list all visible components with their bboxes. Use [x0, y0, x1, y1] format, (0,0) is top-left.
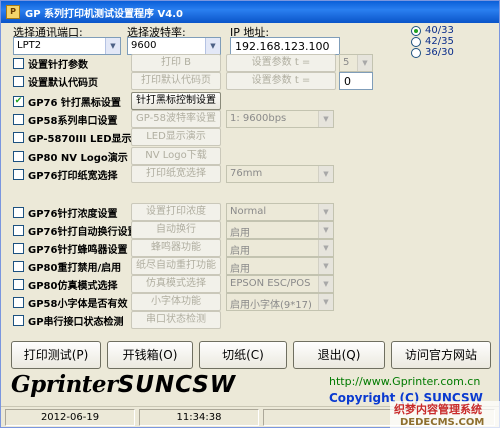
gp58-baud-select[interactable]: 1: 9600bps ▼: [226, 110, 334, 128]
check-paper-width[interactable]: GP76打印纸宽选择: [13, 167, 117, 182]
chevron-down-icon: ▼: [318, 222, 333, 238]
density-select[interactable]: Normal ▼: [226, 203, 334, 221]
print-codepage-button[interactable]: 打印默认代码页: [131, 72, 221, 90]
radio-dot-icon: [411, 36, 421, 47]
emulation-select[interactable]: EPSON ESC/POS ▼: [226, 275, 334, 293]
checkbox-icon: [13, 207, 24, 218]
check-nv-logo[interactable]: GP80 NV Logo演示: [13, 149, 128, 164]
reprint-select[interactable]: 启用 ▼: [226, 257, 334, 275]
website-link[interactable]: http://www.Gprinter.com.cn: [329, 375, 480, 388]
print-b-button[interactable]: 打印 B: [131, 54, 221, 72]
radio-dot-icon: [411, 25, 421, 36]
paper-width-button[interactable]: 打印纸宽选择: [131, 165, 221, 183]
app-icon: P: [6, 5, 20, 19]
checkbox-icon: [13, 132, 24, 143]
ip-input[interactable]: 192.168.123.100: [230, 37, 340, 55]
exit-button[interactable]: 退出(Q): [293, 341, 385, 369]
check-buzzer[interactable]: GP76针打蜂鸣器设置: [13, 241, 127, 256]
checkbox-icon: [13, 169, 24, 180]
checkbox-icon: [13, 151, 24, 162]
param-t-input[interactable]: 0: [339, 72, 373, 90]
check-gp76-blackmark[interactable]: ✔ GP76 针打黑标设置: [13, 94, 121, 109]
reprint-button[interactable]: 纸尽自动重打功能: [131, 257, 221, 275]
checkbox-icon: [13, 279, 24, 290]
checkbox-icon: [13, 297, 24, 308]
chevron-down-icon: ▼: [318, 204, 333, 220]
paper-width-select[interactable]: 76mm ▼: [226, 165, 334, 183]
radio-42-35[interactable]: 42/35: [411, 36, 454, 47]
window-title: GP 系列打印机测试设置程序 V4.0: [25, 9, 183, 20]
checkbox-icon: [13, 261, 24, 272]
chevron-down-icon: ▼: [357, 55, 372, 71]
watermark: 织梦内容管理系统 DEDECMS.COM: [390, 401, 500, 428]
small-font-select[interactable]: 启用小字体(9*17) ▼: [226, 293, 334, 311]
radio-dot-icon: [411, 47, 421, 58]
nv-logo-download-button[interactable]: NV Logo下载: [131, 147, 221, 165]
baud-select[interactable]: 9600 ▼: [127, 37, 221, 55]
visit-website-button[interactable]: 访问官方网站: [391, 341, 491, 369]
check-small-font[interactable]: GP58小字体是否有效: [13, 295, 127, 310]
checkmark-icon: ✔: [13, 96, 24, 107]
check-dot-params[interactable]: 设置针打参数: [13, 56, 88, 71]
param-t-select[interactable]: 5 ▼: [339, 54, 373, 72]
cut-paper-button[interactable]: 切纸(C): [199, 341, 287, 369]
chevron-down-icon: ▼: [318, 294, 333, 310]
radio-40-33[interactable]: 40/33: [411, 25, 454, 36]
status-date: 2012-06-19: [5, 409, 135, 426]
chevron-down-icon: ▼: [318, 258, 333, 274]
chevron-down-icon: ▼: [318, 166, 333, 182]
open-drawer-button[interactable]: 开钱箱(O): [107, 341, 193, 369]
set-param-button-2[interactable]: 设置参数 t =: [226, 72, 336, 90]
checkbox-icon: [13, 315, 24, 326]
chevron-down-icon: ▼: [105, 38, 120, 54]
checkbox-icon: [13, 225, 24, 236]
auto-wrap-select[interactable]: 启用 ▼: [226, 221, 334, 239]
check-led-display[interactable]: GP-5870III LED显示: [13, 130, 132, 145]
chevron-down-icon: ▼: [318, 276, 333, 292]
check-gp76-density[interactable]: GP76针打浓度设置: [13, 205, 117, 220]
density-button[interactable]: 设置打印浓度: [131, 203, 221, 221]
checkbox-icon: [13, 243, 24, 254]
small-font-button[interactable]: 小字体功能: [131, 293, 221, 311]
checkbox-icon: [13, 76, 24, 87]
gp58-baud-button[interactable]: GP-58波特率设置: [131, 110, 221, 128]
port-select[interactable]: LPT2 ▼: [13, 37, 121, 55]
set-param-button-1[interactable]: 设置参数 t =: [226, 54, 336, 72]
gprinter-logo: GprinterSUNCSW: [11, 371, 237, 398]
status-time: 11:34:38: [139, 409, 259, 426]
check-serial-status[interactable]: GP串行接口状态检测: [13, 313, 124, 328]
blackmark-control-button[interactable]: 针打黑标控制设置: [131, 92, 221, 110]
led-demo-button[interactable]: LED显示演示: [131, 128, 221, 146]
buzzer-select[interactable]: 启用 ▼: [226, 239, 334, 257]
emulation-button[interactable]: 仿真模式选择: [131, 275, 221, 293]
chevron-down-icon: ▼: [205, 38, 220, 54]
serial-status-button[interactable]: 串口状态检测: [131, 311, 221, 329]
chevron-down-icon: ▼: [318, 240, 333, 256]
radio-36-30[interactable]: 36/30: [411, 47, 454, 58]
check-reprint[interactable]: GP80重打禁用/启用: [13, 259, 121, 274]
title-bar: P GP 系列打印机测试设置程序 V4.0: [1, 1, 499, 23]
check-auto-wrap[interactable]: GP76针打自动换行设置: [13, 223, 137, 238]
check-gp58-serial[interactable]: GP58系列串口设置: [13, 112, 117, 127]
check-default-codepage[interactable]: 设置默认代码页: [13, 74, 98, 89]
buzzer-button[interactable]: 蜂鸣器功能: [131, 239, 221, 257]
checkbox-icon: [13, 58, 24, 69]
checkbox-icon: [13, 114, 24, 125]
chevron-down-icon: ▼: [318, 111, 333, 127]
print-test-button[interactable]: 打印测试(P): [11, 341, 101, 369]
main-window: P GP 系列打印机测试设置程序 V4.0 选择通讯端口: LPT2 ▼ 选择波…: [0, 0, 500, 428]
check-emulation[interactable]: GP80仿真模式选择: [13, 277, 117, 292]
auto-wrap-button[interactable]: 自动换行: [131, 221, 221, 239]
